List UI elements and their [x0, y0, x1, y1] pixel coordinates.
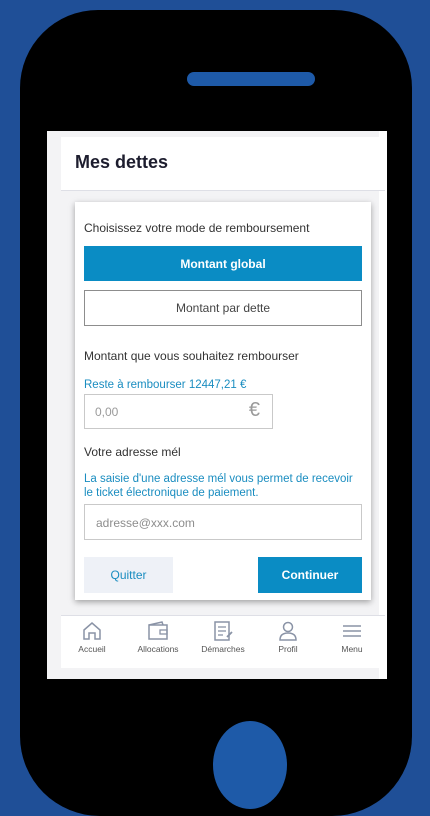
phone-screen: Mes dettes Choisissez votre mode de remb… [47, 131, 387, 679]
nav-item-menu[interactable]: Menu [321, 620, 383, 666]
page-title: Mes dettes [75, 152, 169, 172]
email-input[interactable]: adresse@xxx.com [84, 504, 362, 540]
document-edit-icon [214, 621, 233, 641]
amount-value: 0,00 [95, 405, 119, 419]
nav-label-menu: Menu [341, 644, 363, 654]
nav-label-allocations: Allocations [137, 644, 179, 654]
quit-button[interactable]: Quitter [84, 557, 173, 593]
per-debt-amount-button[interactable]: Montant par dette [84, 290, 362, 326]
user-icon [279, 621, 297, 641]
wallet-icon [148, 621, 168, 640]
phone-speaker [187, 72, 315, 86]
nav-item-profil[interactable]: Profil [257, 620, 319, 666]
mode-label: Choisissez votre mode de remboursement [84, 221, 310, 235]
global-amount-button[interactable]: Montant global [84, 246, 362, 281]
nav-label-profil: Profil [278, 644, 298, 654]
home-icon [83, 622, 101, 640]
app-header: Mes dettes [61, 137, 385, 191]
nav-label-accueil: Accueil [78, 644, 106, 654]
email-info-text: La saisie d'une adresse mél vous permet … [84, 473, 353, 499]
nav-item-accueil[interactable]: Accueil [61, 620, 123, 666]
nav-item-demarches[interactable]: Démarches [192, 620, 254, 666]
euro-icon: € [248, 399, 260, 421]
phone-home-button [213, 721, 287, 809]
repayment-modal: Choisissez votre mode de remboursement M… [75, 202, 371, 600]
email-label: Votre adresse mél [84, 445, 181, 459]
amount-input[interactable]: 0,00 € [84, 394, 273, 429]
amount-label: Montant que vous souhaitez rembourser [84, 349, 299, 363]
menu-icon [343, 625, 361, 637]
remaining-amount-text: Reste à rembourser 12447,21 € [84, 379, 247, 391]
nav-item-allocations[interactable]: Allocations [127, 620, 189, 666]
nav-label-demarches: Démarches [201, 644, 245, 654]
screen-edge [379, 131, 387, 679]
email-placeholder: adresse@xxx.com [96, 516, 195, 530]
continue-button[interactable]: Continuer [258, 557, 362, 593]
bottom-nav: Accueil Allocations Démarches Profil Men… [61, 615, 385, 668]
